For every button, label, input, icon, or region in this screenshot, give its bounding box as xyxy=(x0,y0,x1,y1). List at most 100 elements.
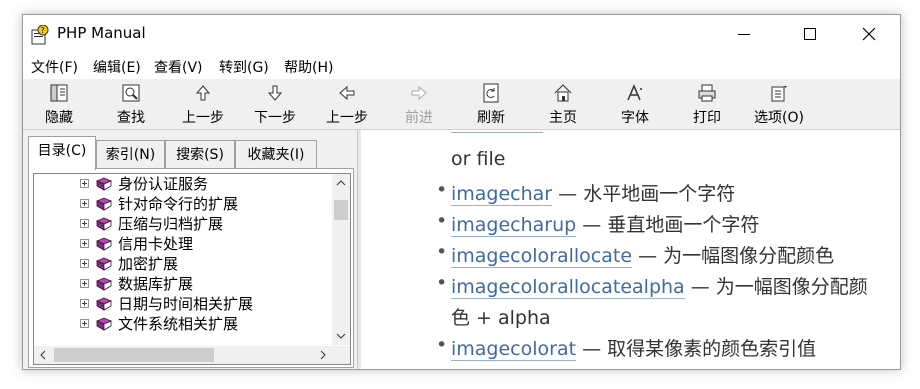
forward-arrow-icon xyxy=(411,85,427,101)
expand-icon[interactable] xyxy=(80,219,89,228)
options-icon xyxy=(771,86,787,102)
menu-help[interactable]: 帮助(H) xyxy=(284,57,333,77)
menu-file[interactable]: 文件(F) xyxy=(31,57,78,77)
book-icon xyxy=(96,297,112,311)
title-bar[interactable]: ? PHP Manual xyxy=(23,15,900,53)
contents-panel: 身份认证服务针对命令行的扩展 压缩与归档扩展 信用卡处理 加密扩展 数据库扩展 日期与时间… xyxy=(28,168,354,368)
function-description: — 水平地画一个字符 xyxy=(552,183,736,205)
function-description: or file xyxy=(451,148,506,170)
toolbar: 隐藏 查找 上一步 下一步 上一步 前进 刷新 主页 字体 打印 选项(O) xyxy=(23,79,900,130)
function-description: — 为一幅图像分配颜色 xyxy=(632,245,835,267)
expand-icon[interactable] xyxy=(80,179,89,188)
tab-index[interactable]: 索引(N) xyxy=(96,140,165,169)
content-pane[interactable]: or file • imagechar — 水平地画一个字符 • imagecharup… xyxy=(361,130,900,369)
scroll-down-icon[interactable] xyxy=(332,327,350,345)
up-arrow-icon xyxy=(195,85,211,101)
minimize-button[interactable] xyxy=(721,15,767,53)
help-file-icon: ? xyxy=(31,25,49,45)
refresh-icon xyxy=(483,83,499,103)
function-description: — 垂直地画一个字符 xyxy=(576,214,760,236)
book-icon xyxy=(96,317,112,331)
print-label: 打印 xyxy=(693,110,721,126)
book-icon xyxy=(96,177,112,191)
tree-item[interactable]: 日期与时间相关扩展 xyxy=(34,294,320,314)
svg-text:?: ? xyxy=(41,26,45,35)
bullet-icon: • xyxy=(436,241,448,263)
tab-contents[interactable]: 目录(C) xyxy=(28,136,96,170)
tab-favorites[interactable]: 收藏夹(I) xyxy=(235,140,317,169)
back-button[interactable]: 上一步 xyxy=(317,79,377,129)
horizontal-scrollbar[interactable] xyxy=(34,346,332,364)
tree-item-label: 身份认证服务 xyxy=(118,175,209,193)
function-link[interactable]: imagecolorat xyxy=(451,338,577,361)
expand-icon[interactable] xyxy=(80,299,89,308)
scrollbar-corner xyxy=(332,346,350,364)
expand-icon[interactable] xyxy=(80,259,89,268)
bullet-icon: • xyxy=(436,334,448,356)
next-step-button[interactable]: 下一步 xyxy=(245,79,305,129)
maximize-icon xyxy=(804,28,816,40)
scroll-right-icon[interactable] xyxy=(314,346,332,364)
book-icon xyxy=(96,277,112,291)
menu-goto[interactable]: 转到(G) xyxy=(219,57,269,77)
hide-button[interactable]: 隐藏 xyxy=(29,79,89,129)
tree-item[interactable]: 身份认证服务 xyxy=(34,174,320,194)
tree-item[interactable]: 针对命令行的扩展 xyxy=(34,194,320,214)
options-button[interactable]: 选项(O) xyxy=(749,79,809,129)
find-button[interactable]: 查找 xyxy=(101,79,161,129)
expand-icon[interactable] xyxy=(80,279,89,288)
scroll-left-icon[interactable] xyxy=(34,346,52,364)
function-link[interactable]: imagecharup xyxy=(451,214,577,237)
next-step-label: 下一步 xyxy=(254,110,296,126)
continuation-text: 色 + alpha xyxy=(451,303,551,330)
contents-tree[interactable]: 身份认证服务针对命令行的扩展 压缩与归档扩展 信用卡处理 加密扩展 数据库扩展 日期与时间… xyxy=(33,173,351,365)
function-description: 色 + alpha xyxy=(451,307,551,329)
vertical-scroll-thumb[interactable] xyxy=(334,200,348,220)
expand-icon[interactable] xyxy=(80,319,89,328)
tree-item-label: 针对命令行的扩展 xyxy=(118,195,239,213)
prev-step-button[interactable]: 上一步 xyxy=(173,79,233,129)
book-icon xyxy=(96,237,112,251)
menu-view[interactable]: 查看(V) xyxy=(154,57,203,77)
options-label: 选项(O) xyxy=(754,110,804,126)
menu-edit[interactable]: 编辑(E) xyxy=(93,57,141,77)
horizontal-scroll-thumb[interactable] xyxy=(54,348,214,362)
home-label: 主页 xyxy=(549,110,577,126)
expand-icon[interactable] xyxy=(80,239,89,248)
function-link[interactable]: imagechar xyxy=(451,183,553,206)
function-link[interactable]: imagecolorallocate xyxy=(451,245,633,268)
window-title: PHP Manual xyxy=(57,24,146,42)
function-list-item: • imagecolorat — 取得某像素的颜色索引值 xyxy=(436,334,816,361)
tab-search[interactable]: 搜索(S) xyxy=(165,140,235,169)
function-link[interactable]: imagecolorallocatealpha xyxy=(451,276,685,299)
close-button[interactable] xyxy=(846,15,892,53)
tree-item-label: 数据库扩展 xyxy=(118,275,194,293)
book-icon xyxy=(96,197,112,211)
function-list-item: •imagecolorclosest — 取得与指定的颜色最接近 xyxy=(436,365,863,369)
find-icon xyxy=(122,84,140,102)
forward-button[interactable]: 前进 xyxy=(389,79,449,129)
maximize-button[interactable] xyxy=(787,15,833,53)
function-list-item: • imagecharup — 垂直地画一个字符 xyxy=(436,210,760,237)
clipped-link-fragment xyxy=(451,130,543,133)
bullet-icon: • xyxy=(436,210,448,232)
tree-item[interactable]: 数据库扩展 xyxy=(34,274,320,294)
function-list-item: • imagecolorallocatealpha — 为一幅图像分配颜 xyxy=(436,272,868,299)
font-button[interactable]: 字体 xyxy=(605,79,665,129)
print-icon xyxy=(698,84,716,102)
hide-label: 隐藏 xyxy=(45,110,73,126)
menu-bar: 文件(F) 编辑(E) 查看(V) 转到(G) 帮助(H) xyxy=(23,53,900,79)
book-icon xyxy=(96,217,112,231)
expand-icon[interactable] xyxy=(80,199,89,208)
vertical-scrollbar[interactable] xyxy=(332,174,350,345)
tree-item[interactable]: 文件系统相关扩展 xyxy=(34,314,320,334)
tree-item[interactable]: 加密扩展 xyxy=(34,254,320,274)
tree-item[interactable]: 压缩与归档扩展 xyxy=(34,214,320,234)
bullet-icon: • xyxy=(436,272,448,294)
refresh-button[interactable]: 刷新 xyxy=(461,79,521,129)
scroll-up-icon[interactable] xyxy=(332,174,350,192)
print-button[interactable]: 打印 xyxy=(677,79,737,129)
down-arrow-icon xyxy=(267,85,283,101)
tree-item[interactable]: 信用卡处理 xyxy=(34,234,320,254)
home-button[interactable]: 主页 xyxy=(533,79,593,129)
